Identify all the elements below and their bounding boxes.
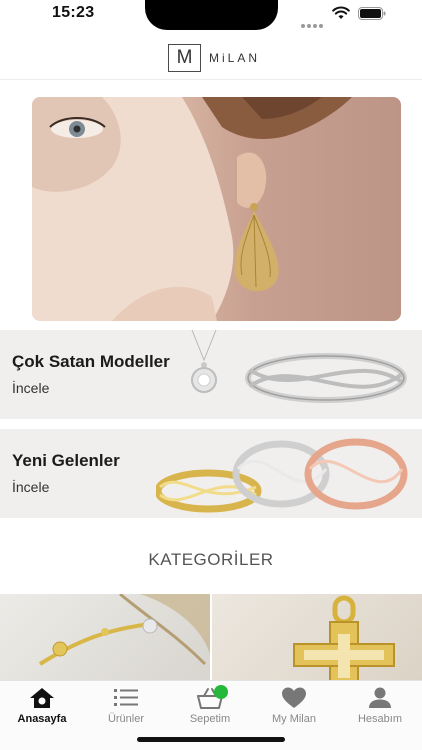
promo-title: Çok Satan Modeller [12, 352, 170, 371]
heart-icon [282, 687, 306, 708]
cart-badge [214, 685, 228, 699]
jewelry-image [191, 330, 407, 403]
tab-label: Hesabım [357, 713, 403, 725]
promo-title: Yeni Gelenler [12, 451, 120, 470]
promo-new-arrivals[interactable]: Yeni Gelenler İncele [0, 429, 422, 518]
promo-link[interactable]: İncele [12, 380, 49, 396]
tab-label: My Milan [271, 713, 316, 725]
logo-text[interactable]: MiLAN [209, 51, 260, 65]
tab-home[interactable]: Anasayfa [0, 681, 84, 727]
cross-pendant-image [293, 595, 395, 680]
status-bar: 15:23 [0, 0, 422, 36]
tab-account[interactable]: Hesabım [338, 681, 422, 727]
promo-link[interactable]: İncele [12, 479, 49, 495]
list-icon [114, 689, 138, 706]
hero-banner[interactable] [32, 97, 401, 321]
bracelet-image [38, 594, 210, 666]
logo-mark[interactable]: M [168, 44, 201, 72]
tab-cart[interactable]: Sepetim [168, 681, 252, 727]
status-time: 15:23 [52, 4, 95, 21]
rings-image [156, 438, 408, 513]
signal-icon [301, 15, 325, 28]
home-indicator [137, 737, 285, 742]
user-icon [369, 687, 391, 708]
tab-label: Anasayfa [17, 713, 67, 725]
home-icon [30, 688, 54, 708]
wifi-icon [332, 6, 350, 19]
hero-image [32, 97, 352, 321]
tab-label: Sepetim [189, 713, 231, 725]
battery-icon [358, 7, 386, 20]
tab-favorites[interactable]: My Milan [252, 681, 336, 727]
category-tile[interactable] [0, 594, 210, 680]
logo-letter: M [176, 47, 193, 68]
tab-products[interactable]: Ürünler [84, 681, 168, 727]
category-tile[interactable] [212, 594, 422, 680]
notch [145, 0, 278, 30]
tab-label: Ürünler [107, 713, 145, 725]
promo-best-sellers[interactable]: Çok Satan Modeller İncele [0, 330, 422, 419]
categories-title: KATEGORİLER [148, 550, 274, 569]
app-header: M MiLAN [0, 36, 422, 80]
